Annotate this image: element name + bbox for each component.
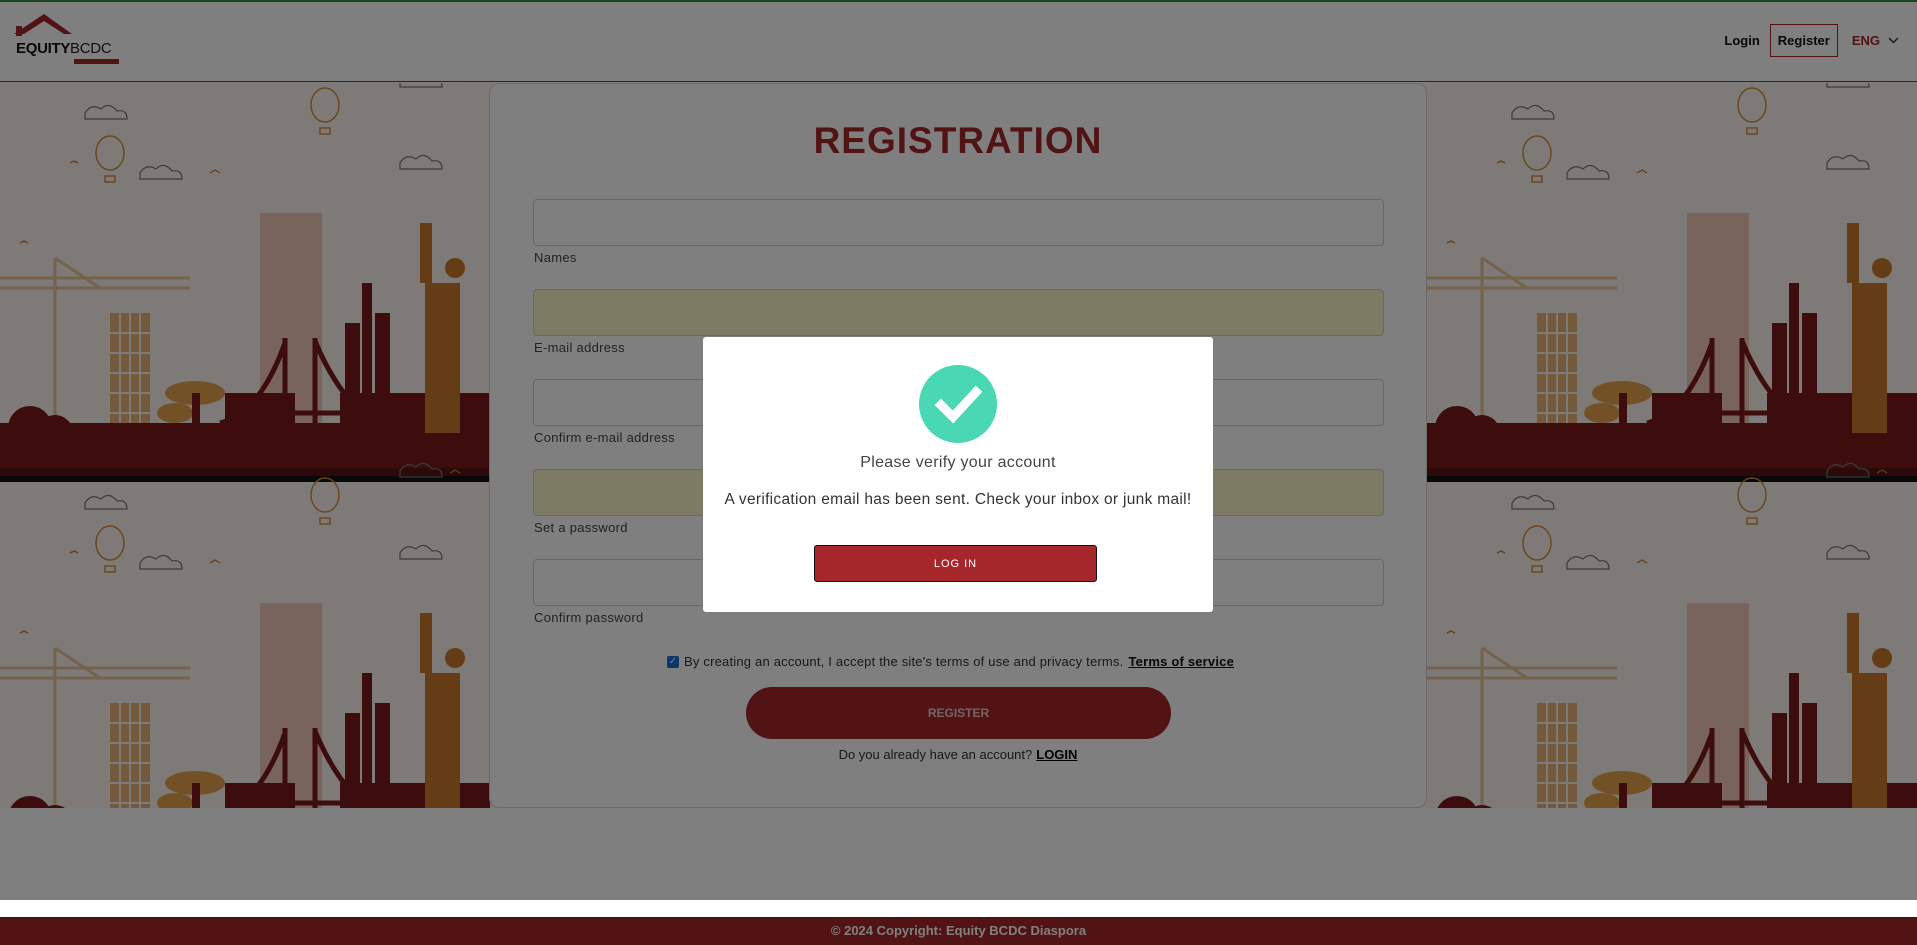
modal-title: Please verify your account bbox=[860, 454, 1056, 471]
check-circle-icon bbox=[919, 365, 997, 443]
modal-message: A verification email has been sent. Chec… bbox=[724, 491, 1192, 508]
modal-login-button[interactable]: LOG IN bbox=[814, 545, 1097, 582]
verify-account-modal: Please verify your account A verificatio… bbox=[703, 337, 1213, 612]
backdrop-gap bbox=[0, 900, 1917, 917]
